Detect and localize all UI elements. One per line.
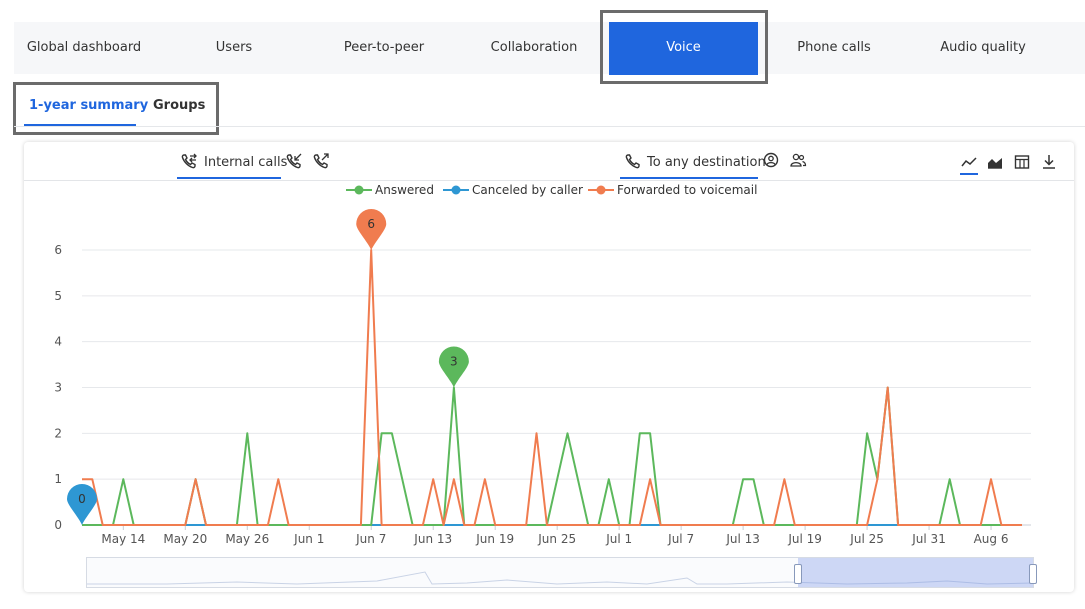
voice-calls-line-chart: 0 6 3 0 1 2 3 4 5 6 May 14 May 20 May 26 Jun 1 Jun 7 J…	[54, 209, 1031, 546]
y-tick-label: 3	[54, 381, 62, 395]
x-tick-label: Jun 25	[537, 532, 576, 546]
value-pin-marker: 3	[438, 346, 469, 388]
value-pin-label: 3	[450, 355, 458, 369]
series-line-answered	[82, 386, 1022, 526]
x-tick-label: Jun 7	[355, 532, 386, 546]
x-tick-label: Jul 1	[605, 532, 632, 546]
y-tick-label: 5	[54, 289, 62, 303]
range-navigator-right-handle[interactable]	[1029, 564, 1037, 584]
x-tick-label: Jun 19	[475, 532, 514, 546]
range-navigator[interactable]	[86, 557, 1037, 588]
x-tick-label: May 14	[101, 532, 145, 546]
y-tick-label: 2	[54, 426, 62, 440]
x-tick-label: Jul 13	[725, 532, 760, 546]
x-tick-label: May 20	[163, 532, 207, 546]
y-tick-label: 6	[54, 243, 62, 257]
value-pin-marker: 6	[356, 209, 387, 250]
x-tick-label: Jul 7	[667, 532, 694, 546]
value-pin-label: 6	[367, 217, 375, 231]
y-tick-label: 0	[54, 518, 62, 532]
x-tick-label: Jul 31	[911, 532, 946, 546]
y-tick-label: 1	[54, 472, 62, 486]
x-tick-label: Jun 1	[293, 532, 324, 546]
x-tick-label: Aug 6	[974, 532, 1009, 546]
range-navigator-left-handle[interactable]	[794, 564, 802, 584]
x-tick-label: May 26	[225, 532, 269, 546]
x-tick-label: Jun 13	[413, 532, 452, 546]
range-navigator-selection[interactable]	[798, 558, 1033, 587]
value-pin-label: 0	[78, 492, 86, 506]
x-tick-label: Jul 25	[849, 532, 884, 546]
y-tick-label: 4	[54, 335, 62, 349]
x-tick-label: Jul 19	[787, 532, 822, 546]
value-pin-marker: 0	[67, 484, 97, 525]
